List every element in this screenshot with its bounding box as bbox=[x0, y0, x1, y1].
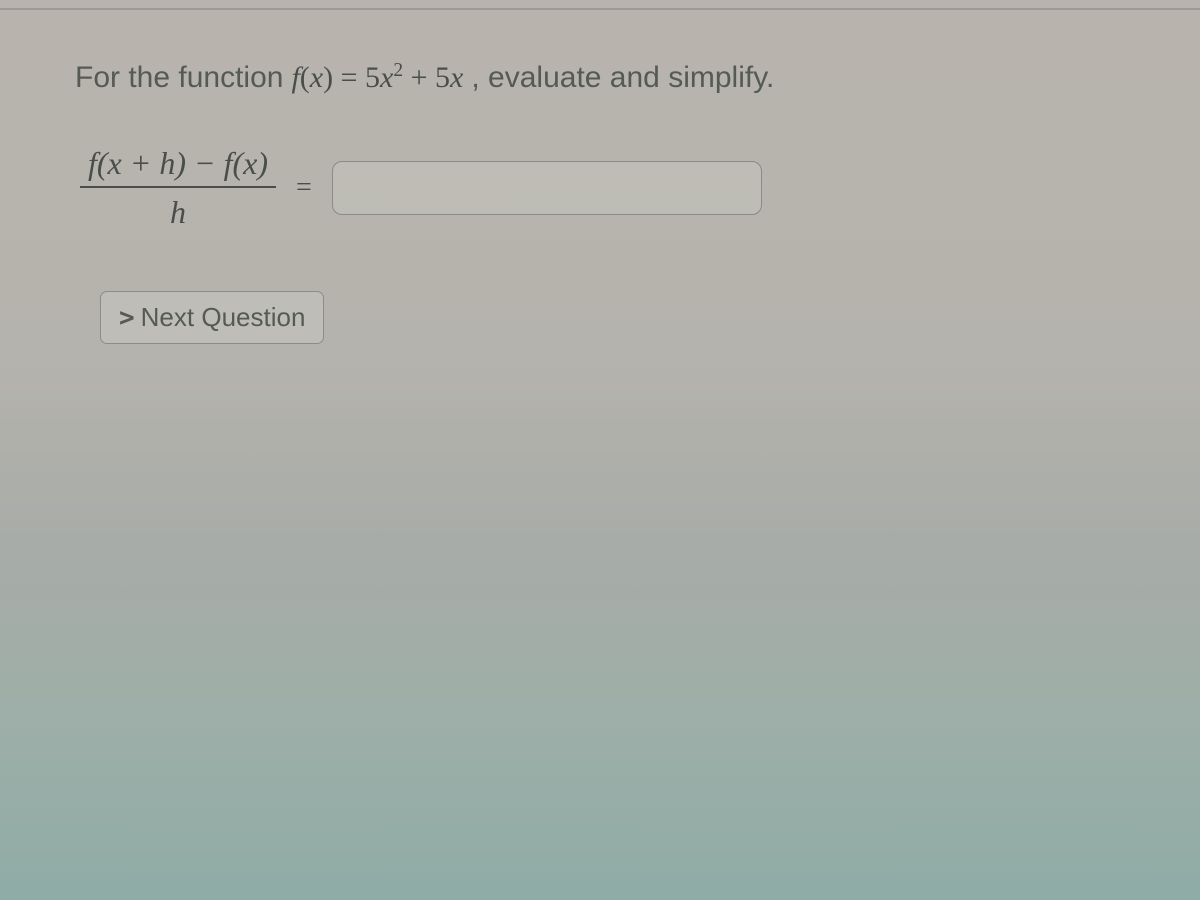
prompt-suffix: , evaluate and simplify. bbox=[471, 61, 774, 95]
equals-sign: = bbox=[296, 172, 312, 204]
next-question-button[interactable]: > Next Question bbox=[100, 291, 324, 344]
difference-quotient-row: f(x + h) − f(x) h = bbox=[80, 145, 1125, 231]
fraction-denominator: h bbox=[170, 188, 186, 231]
prompt-prefix: For the function bbox=[75, 61, 283, 95]
chevron-right-icon: > bbox=[119, 303, 135, 333]
question-prompt: For the function f(x) = 5x2 + 5x, evalua… bbox=[75, 60, 1125, 95]
next-question-label: Next Question bbox=[141, 302, 306, 333]
fraction-numerator: f(x + h) − f(x) bbox=[80, 145, 276, 188]
difference-quotient-fraction: f(x + h) − f(x) h bbox=[80, 145, 276, 231]
function-definition: f(x) = 5x2 + 5x bbox=[291, 60, 463, 95]
answer-input[interactable] bbox=[332, 161, 762, 215]
